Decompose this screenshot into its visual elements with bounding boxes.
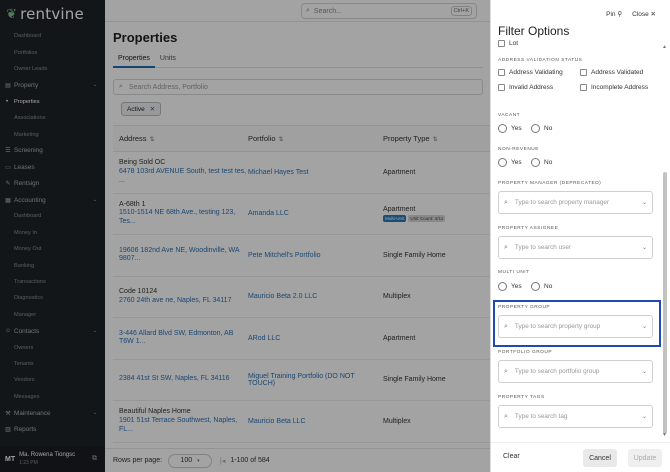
- scroll-down-icon[interactable]: ▼: [662, 432, 667, 438]
- chevron-down-icon: ⌄: [641, 245, 647, 251]
- checkbox-address-validating[interactable]: Address Validating: [498, 68, 563, 77]
- scroll-up-icon[interactable]: ▲: [662, 44, 667, 50]
- checkbox-invalid-address[interactable]: Invalid Address: [498, 83, 553, 92]
- search-icon: ⌕: [504, 412, 508, 420]
- radio-label: No: [544, 283, 553, 290]
- pin-button[interactable]: Pin ⚲: [606, 10, 622, 18]
- filter-label-non-revenue: NON-REVENUE: [498, 147, 539, 152]
- radio[interactable]: [531, 158, 540, 168]
- property-tags-select[interactable]: ⌕ Type to search tag ⌄: [498, 405, 653, 428]
- pin-icon: ⚲: [617, 11, 623, 18]
- update-button[interactable]: Update: [628, 449, 662, 467]
- checkbox-label: Invalid Address: [509, 84, 554, 91]
- property-manager-select[interactable]: ⌕ Type to search property manager ⌄: [498, 191, 653, 214]
- radio-label: Yes: [511, 283, 522, 290]
- select-placeholder: Type to search tag: [514, 413, 568, 420]
- filter-label-portfolio-group: PORTFOLIO GROUP: [498, 350, 553, 355]
- radio-non-revenue-yes[interactable]: Yes: [498, 158, 522, 168]
- radio[interactable]: [531, 124, 540, 134]
- cancel-button[interactable]: Cancel: [583, 449, 617, 467]
- property-assignee-select[interactable]: ⌕ Type to search user ⌄: [498, 236, 653, 259]
- radio-multi-unit-yes[interactable]: Yes: [498, 282, 522, 292]
- portfolio-group-select[interactable]: ⌕ Type to search portfolio group ⌄: [498, 360, 653, 383]
- checkbox[interactable]: [580, 69, 587, 76]
- filter-label-property-assignee: PROPERTY ASSIGNEE: [498, 226, 559, 231]
- chevron-down-icon: ⌄: [641, 414, 647, 420]
- checkbox-label: Address Validated: [591, 69, 644, 76]
- select-placeholder: Type to search portfolio group: [514, 368, 600, 375]
- checkbox[interactable]: [498, 69, 505, 76]
- filter-body: Lot ADDRESS VALIDATION STATUS Address Va…: [491, 40, 661, 442]
- checkbox-lot[interactable]: Lot: [498, 40, 518, 48]
- checkbox-incomplete-address[interactable]: Incomplete Address: [580, 83, 650, 92]
- filter-label-vacant: VACANT: [498, 113, 521, 118]
- filter-label-multi-unit: MULTI UNIT: [498, 270, 530, 275]
- checkbox[interactable]: [580, 84, 587, 91]
- checkbox-label: Incomplete Address: [591, 84, 649, 91]
- close-button[interactable]: Close ✕: [632, 10, 656, 18]
- pin-label: Pin: [606, 11, 616, 18]
- chevron-down-icon: ⌄: [641, 200, 647, 206]
- radio[interactable]: [498, 282, 507, 292]
- radio-label: No: [544, 159, 553, 166]
- radio-label: Yes: [511, 159, 522, 166]
- select-placeholder: Type to search property manager: [514, 199, 610, 206]
- filter-panel: Pin ⚲ Close ✕ Filter Options Lot ADDRESS…: [490, 0, 670, 472]
- filter-label-address-validation: ADDRESS VALIDATION STATUS: [498, 58, 583, 63]
- close-icon: ✕: [650, 11, 656, 18]
- radio-label: Yes: [511, 125, 522, 132]
- chevron-down-icon: ⌄: [641, 369, 647, 375]
- checkbox-address-validated[interactable]: Address Validated: [580, 68, 643, 77]
- radio-vacant-no[interactable]: No: [531, 124, 553, 134]
- property-group-highlight: [493, 300, 661, 347]
- radio-non-revenue-no[interactable]: No: [531, 158, 553, 168]
- radio[interactable]: [531, 282, 540, 292]
- panel-title: Filter Options: [498, 24, 570, 38]
- panel-scrollbar[interactable]: ▲ ▼: [662, 44, 668, 438]
- radio[interactable]: [498, 158, 507, 168]
- panel-footer: Clear Cancel Update: [491, 442, 670, 472]
- scrollbar-thumb[interactable]: [663, 172, 667, 434]
- checkbox[interactable]: [498, 84, 505, 91]
- panel-header-actions: Pin ⚲ Close ✕: [606, 10, 656, 18]
- modal-backdrop[interactable]: [0, 0, 490, 472]
- filter-label-property-manager: PROPERTY MANAGER (DEPRECATED): [498, 181, 602, 186]
- radio[interactable]: [498, 124, 507, 134]
- clear-button[interactable]: Clear: [503, 453, 520, 460]
- filter-label-property-tags: PROPERTY TAGS: [498, 395, 545, 400]
- search-icon: ⌕: [504, 367, 508, 375]
- checkbox[interactable]: [498, 40, 505, 47]
- close-label: Close: [632, 11, 649, 18]
- checkbox-label: Lot: [509, 40, 519, 47]
- search-icon: ⌕: [504, 198, 508, 206]
- radio-label: No: [544, 125, 553, 132]
- search-icon: ⌕: [504, 243, 508, 251]
- checkbox-label: Address Validating: [509, 69, 563, 76]
- radio-vacant-yes[interactable]: Yes: [498, 124, 522, 134]
- select-placeholder: Type to search user: [514, 244, 572, 251]
- radio-multi-unit-no[interactable]: No: [531, 282, 553, 292]
